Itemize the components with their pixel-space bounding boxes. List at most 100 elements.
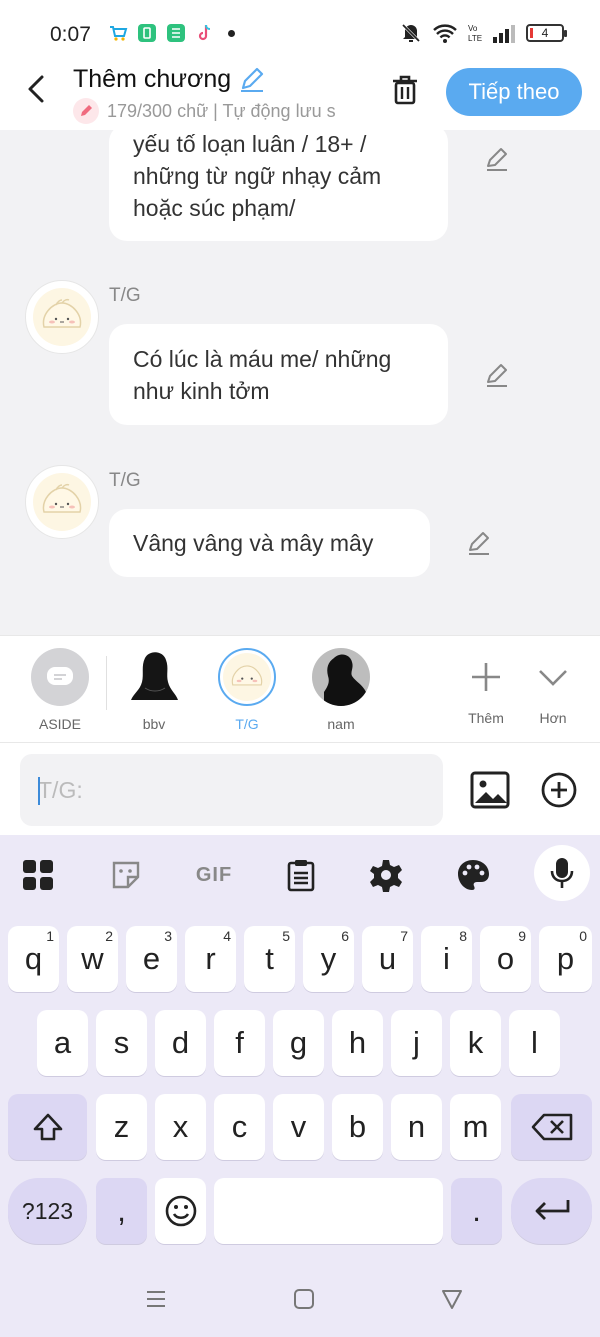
character-label: ASIDE xyxy=(38,716,81,732)
pen-icon xyxy=(73,98,99,124)
comma-key[interactable]: , xyxy=(96,1178,147,1244)
message-bubble[interactable]: yếu tố loạn luân / 18+ / những từ ngữ nh… xyxy=(109,130,448,241)
chapter-title[interactable]: Thêm chương xyxy=(73,64,267,94)
triangle-back-icon xyxy=(442,1290,462,1309)
key-i[interactable]: i8 xyxy=(421,926,472,992)
shift-key[interactable] xyxy=(8,1094,87,1160)
sender-name: T/G xyxy=(109,470,141,491)
add-content-button[interactable] xyxy=(540,771,578,809)
space-key[interactable] xyxy=(214,1178,443,1244)
gif-button[interactable]: GIF xyxy=(192,857,236,893)
key-t[interactable]: t5 xyxy=(244,926,295,992)
character-selector: ASIDE bbv T/G nam Thêm Hơn xyxy=(0,635,600,743)
key-h[interactable]: h xyxy=(332,1010,383,1076)
key-p[interactable]: p0 xyxy=(539,926,592,992)
emoji-icon xyxy=(165,1195,196,1227)
message-input[interactable] xyxy=(20,754,443,826)
svg-text:LTE: LTE xyxy=(468,34,482,43)
shift-icon xyxy=(33,1113,62,1141)
back-nav-button[interactable] xyxy=(440,1287,464,1311)
key-w[interactable]: w2 xyxy=(67,926,118,992)
back-button[interactable] xyxy=(22,72,52,106)
key-f[interactable]: f xyxy=(214,1010,265,1076)
key-d[interactable]: d xyxy=(155,1010,206,1076)
key-g[interactable]: g xyxy=(273,1010,324,1076)
aside-icon xyxy=(47,667,73,685)
voice-input-button[interactable] xyxy=(534,845,590,901)
key-n[interactable]: n xyxy=(391,1094,442,1160)
message-bubble[interactable]: Có lúc là máu me/ những như kinh tởm xyxy=(109,324,448,425)
insert-image-button[interactable] xyxy=(470,771,510,809)
key-y[interactable]: y6 xyxy=(303,926,354,992)
system-icons: Vo LTE 4 xyxy=(400,22,567,44)
edit-message-icon[interactable] xyxy=(483,361,511,389)
key-e[interactable]: e3 xyxy=(126,926,177,992)
chevron-down-icon xyxy=(539,670,567,686)
keyboard-toolbar: GIF xyxy=(0,835,600,917)
key-j[interactable]: j xyxy=(391,1010,442,1076)
key-q[interactable]: q1 xyxy=(8,926,59,992)
battery-level: 4 xyxy=(541,26,549,40)
enter-icon xyxy=(535,1200,569,1220)
edit-message-icon[interactable] xyxy=(465,529,493,557)
silhouette-avatar-icon xyxy=(324,654,366,706)
character-label: Thêm xyxy=(468,710,504,726)
key-k[interactable]: k xyxy=(450,1010,501,1076)
character-bbv[interactable]: bbv xyxy=(125,648,183,732)
character-label: T/G xyxy=(235,716,259,732)
edit-title-icon[interactable] xyxy=(237,64,267,94)
theme-button[interactable] xyxy=(455,857,491,893)
divider xyxy=(106,656,107,710)
delete-button[interactable] xyxy=(388,73,422,107)
square-icon xyxy=(294,1289,314,1309)
trash-icon xyxy=(393,75,417,105)
add-character-button[interactable]: Thêm xyxy=(460,648,512,726)
avatar[interactable] xyxy=(25,465,99,539)
svg-text:Vo: Vo xyxy=(468,24,478,33)
edit-message-icon[interactable] xyxy=(483,145,511,173)
recents-button[interactable] xyxy=(144,1287,168,1311)
key-u[interactable]: u7 xyxy=(362,926,413,992)
next-button[interactable]: Tiếp theo xyxy=(446,68,582,116)
key-v[interactable]: v xyxy=(273,1094,324,1160)
character-label: Hơn xyxy=(539,710,567,726)
key-s[interactable]: s xyxy=(96,1010,147,1076)
clipboard-button[interactable] xyxy=(283,857,319,893)
apps-grid-button[interactable] xyxy=(20,857,56,893)
sticker-button[interactable] xyxy=(108,857,144,893)
message-text: Vâng vâng và mây mây xyxy=(133,530,374,556)
key-l[interactable]: l xyxy=(509,1010,560,1076)
settings-button[interactable] xyxy=(368,857,404,893)
emoji-key[interactable] xyxy=(155,1178,206,1244)
avatar[interactable] xyxy=(25,280,99,354)
period-key[interactable]: . xyxy=(451,1178,502,1244)
text-caret xyxy=(38,777,40,805)
home-button[interactable] xyxy=(292,1287,316,1311)
key-z[interactable]: z xyxy=(96,1094,147,1160)
message-bubble[interactable]: Vâng vâng và mây mây xyxy=(109,509,430,577)
backspace-key[interactable] xyxy=(511,1094,592,1160)
word-count-text: 179/300 chữ | Tự động lưu s xyxy=(107,100,336,121)
tiktok-icon xyxy=(195,22,215,44)
more-characters-button[interactable]: Hơn xyxy=(528,648,578,726)
character-tg-selected[interactable]: T/G xyxy=(218,648,276,732)
character-aside[interactable]: ASIDE xyxy=(31,648,89,732)
more-notifications-dot xyxy=(228,29,235,37)
character-nam[interactable]: nam xyxy=(312,648,370,732)
key-c[interactable]: c xyxy=(214,1094,265,1160)
grid-icon xyxy=(23,860,53,890)
chapter-content[interactable]: yếu tố loạn luân / 18+ / những từ ngữ nh… xyxy=(0,130,600,635)
plus-circle-icon xyxy=(541,772,577,808)
shop-app-icon xyxy=(108,22,128,44)
key-a[interactable]: a xyxy=(37,1010,88,1076)
key-o[interactable]: o9 xyxy=(480,926,531,992)
status-bar: 0:07 Vo LTE 4 xyxy=(0,0,600,64)
key-r[interactable]: r4 xyxy=(185,926,236,992)
message-text: Có lúc là máu me/ những như kinh tởm xyxy=(133,346,392,404)
key-m[interactable]: m xyxy=(450,1094,501,1160)
key-b[interactable]: b xyxy=(332,1094,383,1160)
symbols-key[interactable]: ?123 xyxy=(8,1178,87,1244)
enter-key[interactable] xyxy=(511,1178,592,1244)
key-x[interactable]: x xyxy=(155,1094,206,1160)
image-icon xyxy=(470,771,510,809)
